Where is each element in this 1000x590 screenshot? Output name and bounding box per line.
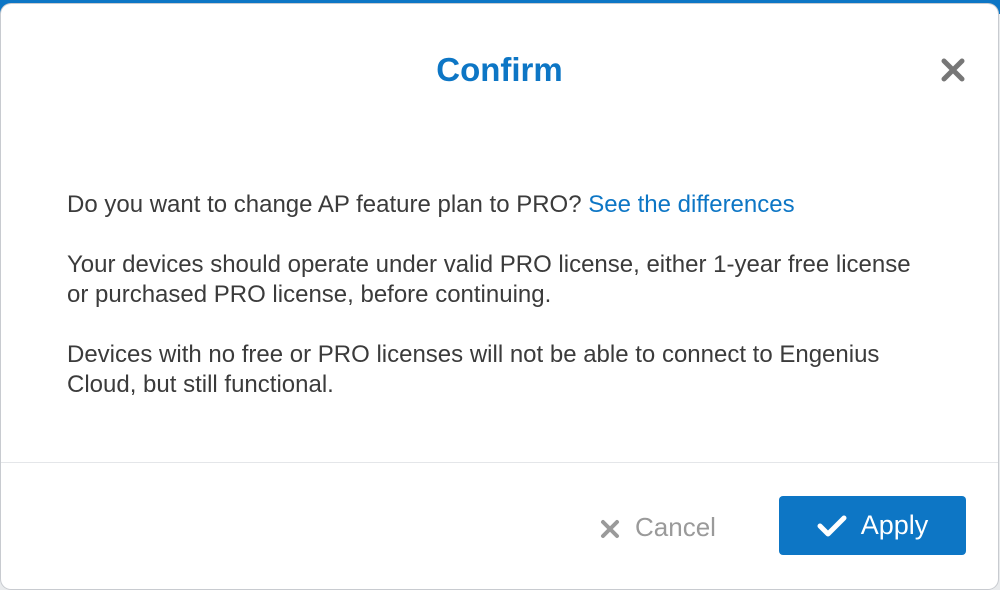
dialog-title: Confirm (436, 51, 563, 88)
cancel-label: Cancel (635, 511, 716, 542)
close-icon (599, 516, 621, 538)
question-paragraph: Do you want to change AP feature plan to… (67, 190, 937, 220)
see-differences-link[interactable]: See the differences (588, 191, 794, 218)
license-paragraph: Your devices should operate under valid … (67, 251, 911, 308)
apply-label: Apply (860, 510, 929, 540)
close-icon (941, 58, 965, 82)
footer-divider (1, 462, 998, 463)
dialog-body: Do you want to change AP feature plan to… (67, 190, 937, 430)
cancel-button[interactable]: Cancel (599, 504, 739, 550)
question-text: Do you want to change AP feature plan to… (67, 191, 582, 218)
confirm-dialog: Confirm Do you want to change AP feature… (1, 4, 998, 589)
apply-button[interactable]: Apply (779, 496, 966, 555)
checkmark-icon (817, 514, 847, 538)
connectivity-paragraph: Devices with no free or PRO licenses wil… (67, 341, 880, 398)
close-button[interactable] (939, 56, 967, 84)
